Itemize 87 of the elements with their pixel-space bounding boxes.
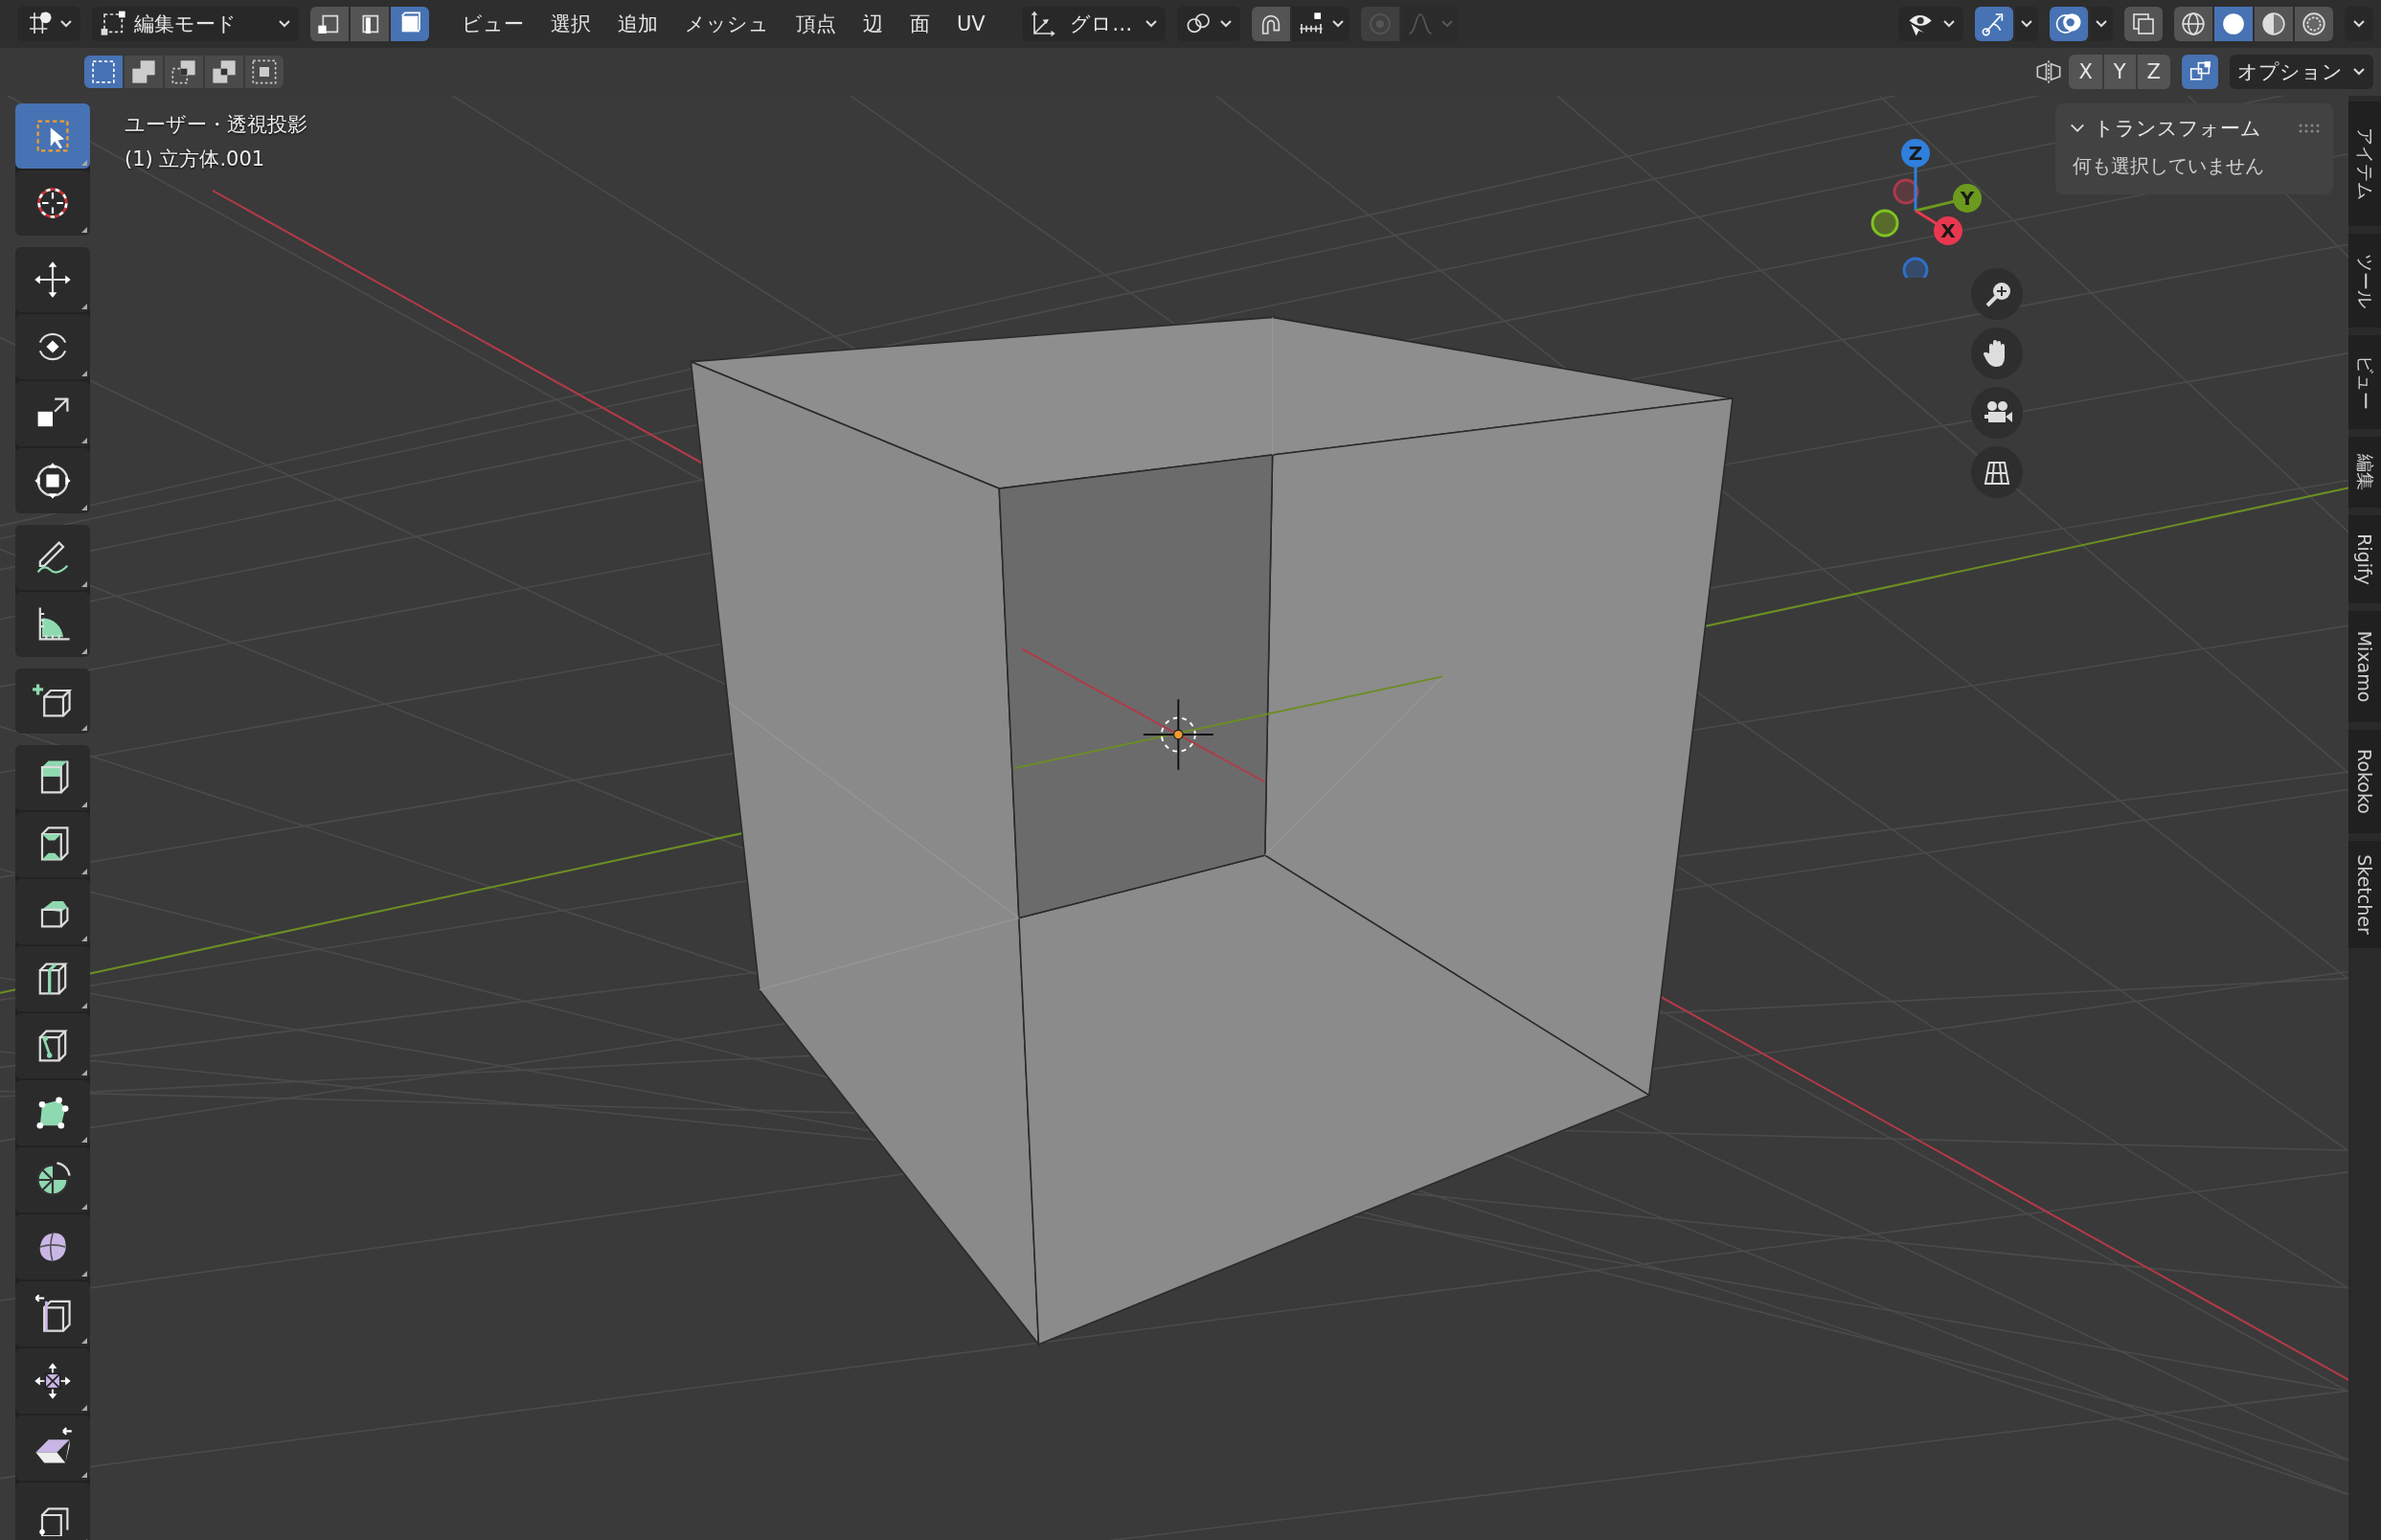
overlay-toggle-button[interactable] [2050, 7, 2088, 41]
subtract-selection-icon [170, 57, 198, 86]
bevel-tool-button[interactable] [15, 879, 90, 944]
polybuild-tool-button[interactable] [15, 1080, 90, 1145]
spin-tool-button[interactable] [15, 1147, 90, 1212]
empty-selection-message: 何も選択していません [2072, 153, 2265, 179]
rip-tool-button[interactable] [15, 1483, 90, 1540]
shrink-tool-button[interactable] [15, 1348, 90, 1414]
addcube-tool-button[interactable] [15, 668, 90, 734]
cursor-tool-button[interactable] [15, 170, 90, 236]
chevron-down-icon [2095, 19, 2108, 29]
visibility-dropdown[interactable] [1898, 7, 1963, 41]
intersect-selection-icon [250, 57, 279, 86]
mode-dropdown[interactable]: 編集モード [92, 7, 299, 41]
chevron-down-icon [278, 19, 291, 29]
menu-item[interactable]: 選択 [539, 7, 602, 41]
wireframe-shading-button[interactable] [2174, 7, 2212, 41]
shading-dropdown[interactable] [2345, 7, 2373, 41]
menu-item[interactable]: 面 [898, 7, 941, 41]
transform-tool-button[interactable] [15, 448, 90, 513]
proportional-edit-toggle[interactable] [1360, 7, 1399, 41]
extend-selection-button[interactable] [125, 56, 163, 88]
scale-tool-button[interactable] [15, 381, 90, 446]
subtract-selection-button[interactable] [165, 56, 203, 88]
menu-item[interactable]: UV [945, 7, 997, 41]
chevron-down-icon [1330, 19, 1345, 29]
smooth-tool-button[interactable] [15, 1214, 90, 1280]
menu-item[interactable]: 追加 [606, 7, 669, 41]
mirror-axis-toggle[interactable]: Y [2103, 55, 2136, 89]
snap-target-dropdown[interactable] [1291, 7, 1349, 41]
wireframe-shading-icon [2179, 10, 2208, 38]
measure-tool-button[interactable] [15, 592, 90, 657]
rendered-shading-button[interactable] [2295, 7, 2333, 41]
invert-selection-icon [210, 57, 238, 86]
auto-merge-toggle[interactable] [2182, 55, 2218, 89]
knife-tool-button[interactable] [15, 1013, 90, 1078]
chevron-down-icon [1440, 19, 1454, 29]
mirror-axis-toggle[interactable]: Z [2137, 55, 2170, 89]
menu-item[interactable]: 頂点 [784, 7, 848, 41]
inset-tool-button[interactable] [15, 812, 90, 877]
slide-tool-button[interactable] [15, 1281, 90, 1347]
menu-item[interactable]: ビュー [450, 7, 535, 41]
extend-selection-icon [129, 57, 158, 86]
chevron-down-icon [59, 19, 73, 29]
dropdown-button[interactable] [2090, 7, 2113, 41]
material-shading-icon [2259, 10, 2288, 38]
axis-gizmo[interactable]: Z Y X [1858, 115, 2011, 278]
panel-header[interactable]: トランスフォーム [2055, 109, 2333, 147]
chevron-down-icon [2352, 19, 2366, 29]
mirror-axis-toggle[interactable]: X [2069, 55, 2102, 89]
new-selection-button[interactable] [84, 56, 123, 88]
orientation-dropdown[interactable]: グロ… [1021, 7, 1166, 41]
chevron-down-icon [1942, 19, 1956, 29]
extrude-tool-button[interactable] [15, 745, 90, 810]
edit-mode-icon [100, 10, 128, 38]
invert-selection-button[interactable] [205, 56, 243, 88]
chevron-down-icon [2020, 19, 2033, 29]
annotate-tool-button[interactable] [15, 525, 90, 590]
new-selection-icon [89, 57, 118, 86]
select-tool-button[interactable] [15, 103, 90, 169]
solid-shading-button[interactable] [2214, 7, 2253, 41]
editor-type-button[interactable] [17, 7, 80, 41]
vertex-select-button[interactable] [310, 7, 349, 41]
object-label: (1) 立方体.001 [125, 147, 266, 172]
rotate-tool-button[interactable] [15, 314, 90, 379]
face-select-button[interactable] [391, 7, 429, 41]
move-tool-button[interactable] [15, 247, 90, 312]
snap-toggle[interactable] [1251, 7, 1290, 41]
shear-tool-button[interactable] [15, 1415, 90, 1481]
drag-handle-icon [2299, 123, 2320, 134]
loopcut-tool-button[interactable] [15, 946, 90, 1011]
view-name: ユーザー・透視投影 [125, 112, 307, 138]
menu-item[interactable]: メッシュ [673, 7, 781, 41]
chevron-down-icon [1144, 19, 1158, 29]
xray-toggle-button[interactable] [2124, 7, 2163, 41]
rendered-shading-icon [2300, 10, 2328, 38]
chevron-down-icon [2352, 67, 2366, 77]
intersect-selection-button[interactable] [245, 56, 283, 88]
edge-select-button[interactable] [351, 7, 389, 41]
dropdown-button[interactable] [2015, 7, 2038, 41]
menu-item[interactable]: 辺 [851, 7, 895, 41]
gizmo-toggle-button[interactable] [1975, 7, 2013, 41]
pivot-dropdown[interactable] [1176, 7, 1240, 41]
options-dropdown[interactable]: オプション [2230, 55, 2373, 89]
material-shading-button[interactable] [2255, 7, 2293, 41]
chevron-down-icon [1218, 19, 1233, 29]
mirror-icon [2034, 57, 2064, 86]
